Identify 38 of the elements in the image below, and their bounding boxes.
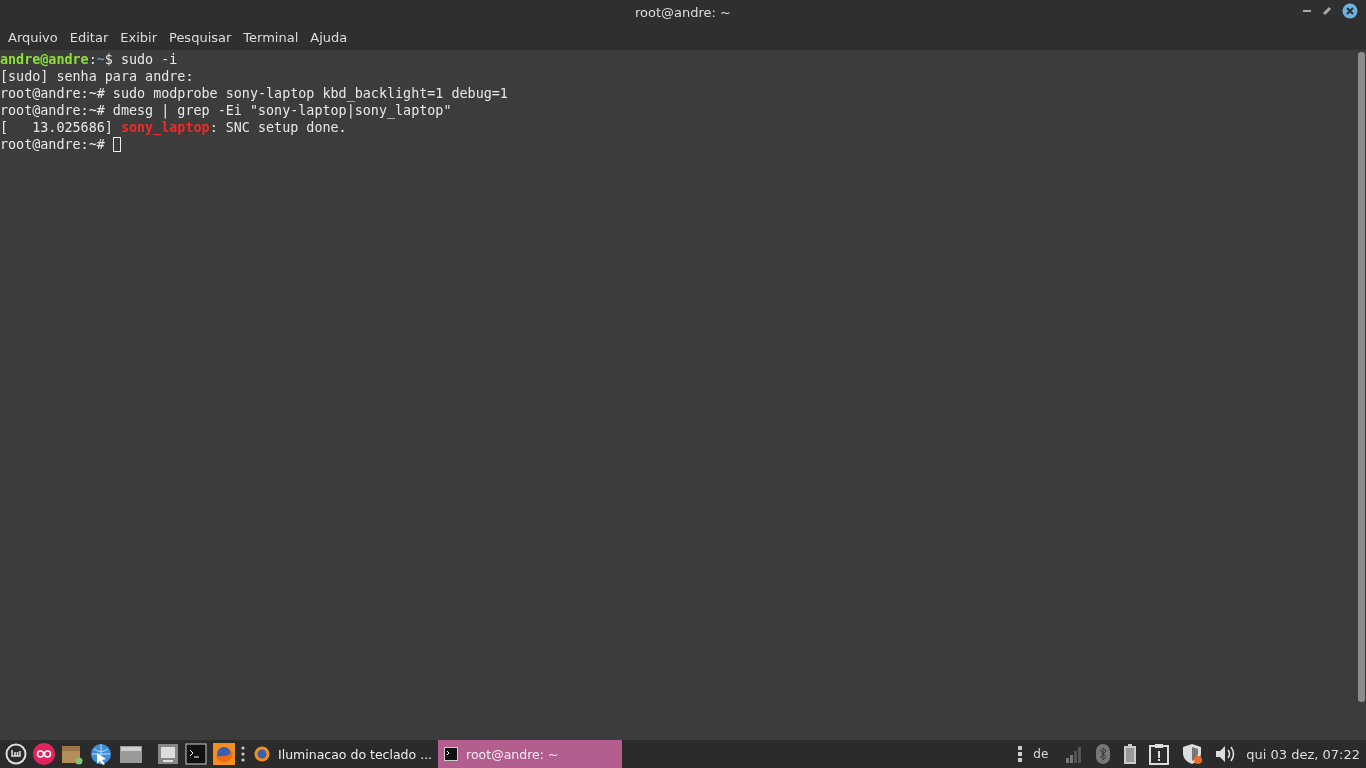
shield-icon[interactable]: [1181, 743, 1204, 765]
terminal-text: sony_laptop: [120, 119, 210, 136]
clipboard-alert-icon[interactable]: [1149, 743, 1170, 765]
package-icon[interactable]: [61, 743, 83, 765]
menu-item[interactable]: Exibir: [114, 30, 163, 45]
close-icon[interactable]: [1342, 3, 1358, 19]
taskbar-window-button[interactable]: root@andre: ~: [438, 740, 623, 768]
keyboard-layout[interactable]: de: [1033, 747, 1049, 761]
battery-icon[interactable]: [1123, 743, 1138, 765]
bluetooth-icon[interactable]: [1095, 743, 1112, 765]
taskbar-window-button[interactable]: Iluminacao do teclado ...: [248, 740, 439, 768]
maximize-icon[interactable]: [1322, 6, 1332, 16]
window-title: root@andre: ~: [635, 5, 731, 20]
terminal-text: : SNC setup done.: [209, 119, 347, 136]
grip-icon[interactable]: [1018, 743, 1023, 765]
terminal-text: root@andre:~# dmesg | grep -Ei "sony-laptop|sony_laptop": [0, 102, 452, 119]
terminal-text: ~: [96, 51, 105, 68]
two-dots-icon[interactable]: [33, 743, 55, 765]
monitor-icon[interactable]: [157, 743, 179, 765]
terminal-icon[interactable]: [185, 743, 207, 765]
menu-item[interactable]: Arquivo: [2, 30, 64, 45]
terminal-text: andre@andre: [0, 51, 89, 68]
clock[interactable]: qui 03 dez, 07:22: [1246, 746, 1360, 762]
terminal-text: root@andre:~#: [0, 136, 106, 153]
menu-item[interactable]: Terminal: [237, 30, 305, 45]
menu-item[interactable]: Pesquisar: [163, 30, 238, 45]
terminal-text: root@andre:~# sudo modprobe sony-laptop kbd_backlight=1 debug=1: [0, 85, 508, 102]
terminal-text: :: [88, 51, 97, 68]
menu-item[interactable]: Ajuda: [304, 30, 354, 45]
terminal-icon: [444, 747, 459, 761]
terminal-text: $ sudo -i: [104, 51, 178, 68]
menu-item[interactable]: Editar: [63, 30, 115, 45]
terminal-text: [sudo] senha para andre:: [0, 68, 194, 85]
menu-logo-icon[interactable]: [5, 743, 27, 765]
terminal-text: [ 13.025686]: [0, 119, 114, 136]
scrollbar-thumb[interactable]: [1357, 52, 1365, 702]
globe-icon[interactable]: [89, 743, 113, 765]
file-manager-icon[interactable]: [119, 743, 143, 765]
